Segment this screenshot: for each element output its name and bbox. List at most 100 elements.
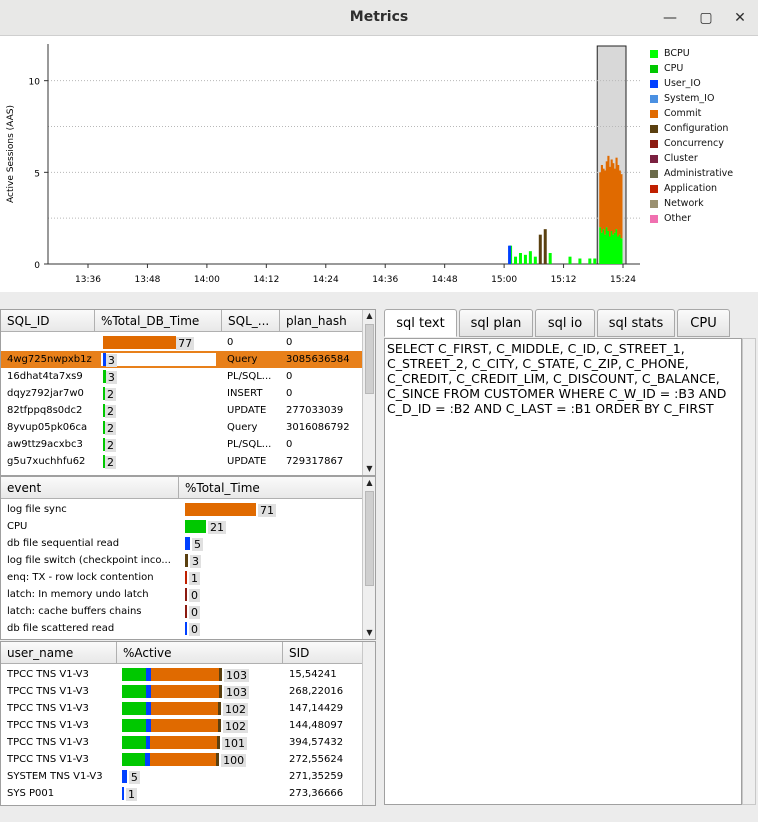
col-header-sql-id[interactable]: SQL_ID bbox=[1, 310, 95, 332]
close-icon[interactable]: ✕ bbox=[730, 8, 750, 28]
sql-id-cell: 4wg725nwpxb1z bbox=[7, 354, 92, 365]
tab-sql-io[interactable]: sql io bbox=[535, 309, 595, 337]
table-row[interactable]: db file scattered read 0 bbox=[1, 620, 375, 637]
event-name-cell: latch: cache buffers chains bbox=[7, 606, 142, 617]
chart-canvas[interactable]: Active Sessions (AAS) 0 5 10 13:36 13:48 14:00… bbox=[0, 36, 640, 292]
session-table[interactable]: user_name %Active SID TPCC TNS V1-V3 103 1… bbox=[0, 641, 376, 806]
sid-cell: 272,55624 bbox=[289, 754, 344, 765]
table-row[interactable]: TPCC TNS V1-V3 102 147,14429 bbox=[1, 700, 375, 717]
db-time-value: 2 bbox=[105, 456, 116, 469]
table-row[interactable]: 16dhat4ta7xs9 3 PL/SQL... 0 bbox=[1, 368, 375, 385]
total-time-bar: 0 bbox=[185, 605, 355, 619]
scroll-down-icon[interactable]: ▼ bbox=[363, 627, 375, 639]
sql-text-area[interactable]: SELECT C_FIRST, C_MIDDLE, C_ID, C_STREET… bbox=[384, 338, 742, 805]
sql-type-cell: Query bbox=[227, 422, 258, 433]
active-value: 100 bbox=[221, 754, 247, 767]
tab-cpu[interactable]: CPU bbox=[677, 309, 730, 337]
active-bar-cpu bbox=[122, 702, 146, 715]
scroll-up-icon[interactable]: ▲ bbox=[363, 477, 375, 489]
table-row[interactable]: log file sync 71 bbox=[1, 501, 375, 518]
series-bar bbox=[588, 258, 592, 264]
col-header-total-time[interactable]: %Total_Time bbox=[179, 477, 363, 499]
table-row[interactable]: latch: In memory undo latch 0 bbox=[1, 586, 375, 603]
legend-item: CPU bbox=[650, 61, 755, 76]
total-time-bar-fill bbox=[185, 571, 187, 584]
active-bar-commit bbox=[150, 702, 219, 715]
plan-hash-cell: 0 bbox=[286, 388, 293, 399]
event-table-scrollbar[interactable]: ▲ ▼ bbox=[362, 477, 375, 639]
sql-table-scrollbar[interactable]: ▲ ▼ bbox=[362, 310, 375, 475]
sql-type-cell: PL/SQL... bbox=[227, 371, 272, 382]
series-bar bbox=[568, 256, 572, 264]
series-bar bbox=[514, 256, 518, 264]
db-time-bar: 3 bbox=[101, 353, 216, 367]
active-bar-cpu bbox=[122, 685, 146, 698]
total-time-value: 71 bbox=[258, 504, 276, 517]
table-row[interactable]: SYSTEM TNS V1-V3 5 271,35259 bbox=[1, 768, 375, 785]
user-name-cell: TPCC TNS V1-V3 bbox=[7, 754, 89, 765]
series-bar bbox=[620, 174, 623, 239]
active-bar-commit bbox=[150, 736, 218, 749]
active-bar-config bbox=[218, 702, 222, 715]
tab-sql-plan[interactable]: sql plan bbox=[459, 309, 533, 337]
minimize-icon[interactable]: — bbox=[660, 8, 680, 28]
legend-swatch bbox=[650, 154, 658, 163]
table-row[interactable]: log file switch (checkpoint inco... 3 bbox=[1, 552, 375, 569]
active-value: 5 bbox=[128, 771, 140, 784]
col-header-sid[interactable]: SID bbox=[283, 642, 363, 664]
active-bar-commit bbox=[151, 685, 219, 698]
table-row[interactable]: aw9ttz9acxbc3 2 PL/SQL... 0 bbox=[1, 436, 375, 453]
col-header-sql-type[interactable]: SQL_... bbox=[222, 310, 280, 332]
sql-type-cell: INSERT bbox=[227, 388, 263, 399]
table-row[interactable]: g5u7xuchhfu62 2 UPDATE 729317867 bbox=[1, 453, 375, 470]
scroll-down-icon[interactable]: ▼ bbox=[363, 463, 375, 475]
db-time-bar: 2 bbox=[101, 421, 216, 435]
sql-text-scrollbar[interactable] bbox=[742, 338, 756, 805]
legend-item: Concurrency bbox=[650, 136, 755, 151]
table-row[interactable]: 8yvup05pk06ca 2 Query 3016086792 bbox=[1, 419, 375, 436]
table-row[interactable]: TPCC TNS V1-V3 103 15,54241 bbox=[1, 666, 375, 683]
db-time-value: 2 bbox=[105, 405, 116, 418]
table-row[interactable]: dqyz792jar7w0 2 INSERT 0 bbox=[1, 385, 375, 402]
table-row[interactable]: 4wg725nwpxb1z 3 Query 3085636584 bbox=[1, 351, 375, 368]
col-header-total-db-time[interactable]: %Total_DB_Time bbox=[95, 310, 222, 332]
tab-sql-text[interactable]: sql text bbox=[384, 309, 457, 337]
table-row[interactable]: db file sequential read 5 bbox=[1, 535, 375, 552]
db-time-value: 77 bbox=[176, 337, 195, 350]
scrollbar-thumb[interactable] bbox=[365, 491, 374, 586]
x-tick-label: 14:00 bbox=[194, 275, 220, 285]
active-sessions-chart[interactable]: Active Sessions (AAS) 0 5 10 13:36 13:48 14:00… bbox=[0, 36, 758, 292]
table-row[interactable]: TPCC TNS V1-V3 102 144,48097 bbox=[1, 717, 375, 734]
table-row[interactable]: 82tfppq8s0dc2 2 UPDATE 277033039 bbox=[1, 402, 375, 419]
table-row[interactable]: latch: cache buffers chains 0 bbox=[1, 603, 375, 620]
table-row[interactable]: CPU 21 bbox=[1, 518, 375, 535]
tab-sql-stats[interactable]: sql stats bbox=[597, 309, 675, 337]
legend-swatch bbox=[650, 49, 658, 58]
event-table[interactable]: event %Total_Time log file sync 71 CPU 21 db… bbox=[0, 476, 376, 640]
table-row[interactable]: TPCC TNS V1-V3 103 268,22016 bbox=[1, 683, 375, 700]
series-bar bbox=[528, 251, 532, 264]
db-time-value: 3 bbox=[105, 354, 117, 367]
active-bar-config bbox=[219, 668, 222, 681]
scroll-up-icon[interactable]: ▲ bbox=[363, 310, 375, 322]
col-header-active[interactable]: %Active bbox=[117, 642, 283, 664]
session-table-scrollbar[interactable] bbox=[362, 642, 375, 805]
col-header-user-name[interactable]: user_name bbox=[1, 642, 117, 664]
table-row[interactable]: TPCC TNS V1-V3 101 394,57432 bbox=[1, 734, 375, 751]
series-bar bbox=[548, 253, 552, 264]
col-header-event[interactable]: event bbox=[1, 477, 179, 499]
event-name-cell: db file sequential read bbox=[7, 538, 120, 549]
maximize-icon[interactable]: ▢ bbox=[696, 8, 716, 28]
table-row[interactable]: SYS P001 1 273,36666 bbox=[1, 785, 375, 802]
sql-table[interactable]: SQL_ID %Total_DB_Time SQL_... plan_hash … bbox=[0, 309, 376, 476]
horizontal-splitter[interactable] bbox=[0, 292, 758, 308]
table-row[interactable]: enq: TX - row lock contention 1 bbox=[1, 569, 375, 586]
scrollbar-thumb[interactable] bbox=[365, 324, 374, 394]
table-row[interactable]: 77 0 0 bbox=[1, 334, 375, 351]
col-header-plan-hash[interactable]: plan_hash bbox=[280, 310, 363, 332]
event-name-cell: log file switch (checkpoint inco... bbox=[7, 555, 171, 566]
sql-type-cell: UPDATE bbox=[227, 456, 267, 467]
table-row[interactable]: TPCC TNS V1-V3 100 272,55624 bbox=[1, 751, 375, 768]
legend-label: CPU bbox=[664, 63, 684, 74]
active-bar: 102 bbox=[122, 702, 280, 716]
